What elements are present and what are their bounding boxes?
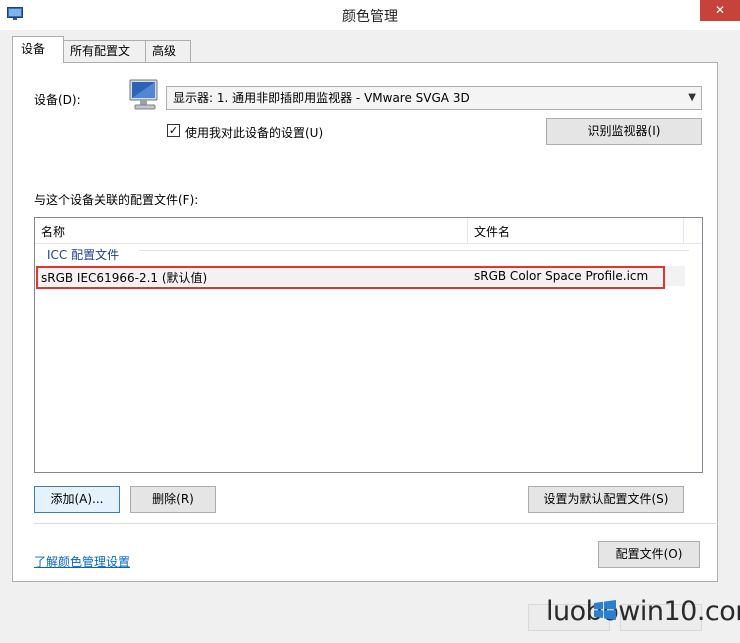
annotation-highlight-box	[36, 266, 665, 289]
chevron-down-icon: ▼	[688, 92, 696, 103]
tab-all-profiles[interactable]: 所有配置文件	[63, 40, 146, 79]
column-header-filename[interactable]: 文件名	[474, 223, 510, 240]
tab-devices[interactable]: 设备	[12, 36, 64, 63]
close-button[interactable]: ✕	[700, 0, 740, 21]
use-settings-label[interactable]: 使用我对此设备的设置(U)	[185, 124, 323, 141]
identify-monitor-button[interactable]: 识别监视器(I)	[546, 118, 702, 145]
tab-advanced[interactable]: 高级	[145, 40, 191, 62]
group-header-icc: ICC 配置文件	[47, 248, 120, 262]
color-management-window: 颜色管理 ✕ 设备 所有配置文件 高级 设备(D): 显示器: 1. 通用非即插…	[0, 0, 740, 643]
group-divider	[139, 250, 689, 251]
profiles-list[interactable]: 名称 文件名 ICC 配置文件 sRGB IEC61966-2.1 (默认值) …	[34, 217, 703, 473]
remove-button[interactable]: 删除(R)	[130, 486, 216, 513]
title-bar[interactable]: 颜色管理 ✕	[0, 0, 740, 30]
device-select[interactable]: 显示器: 1. 通用非即插即用监视器 - VMware SVGA 3D ▼	[166, 86, 702, 110]
watermark: luobowin10.com	[546, 596, 740, 627]
windows-logo-icon	[594, 600, 616, 620]
device-label: 设备(D):	[34, 93, 81, 107]
add-button[interactable]: 添加(A)...	[34, 486, 120, 513]
device-select-value: 显示器: 1. 通用非即插即用监视器 - VMware SVGA 3D	[173, 91, 470, 105]
profiles-label: 与这个设备关联的配置文件(F):	[34, 193, 199, 207]
use-settings-checkbox[interactable]: ✓	[167, 124, 180, 137]
profiles-button[interactable]: 配置文件(O)	[598, 541, 700, 568]
column-header-name[interactable]: 名称	[41, 223, 65, 240]
list-header: 名称 文件名	[35, 218, 702, 244]
set-default-button[interactable]: 设置为默认配置文件(S)	[528, 486, 684, 513]
footer-divider	[34, 523, 718, 524]
monitor-icon	[129, 79, 158, 110]
column-divider[interactable]	[683, 218, 684, 243]
column-divider[interactable]	[467, 218, 468, 243]
close-icon: ✕	[714, 3, 726, 17]
learn-more-link[interactable]: 了解颜色管理设置	[34, 553, 130, 570]
window-title: 颜色管理	[342, 9, 398, 25]
